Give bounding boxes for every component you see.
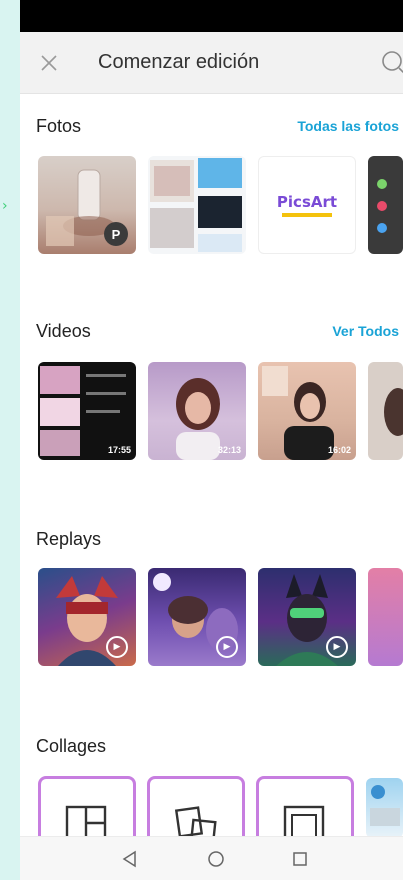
video-thumbnail[interactable]: 17:55: [38, 362, 136, 460]
replays-row: ▶ ▶ ▶: [38, 568, 403, 666]
video-duration: 16:02: [327, 445, 351, 455]
replay-thumbnail[interactable]: ▶: [148, 568, 246, 666]
photos-section-title: Fotos: [36, 116, 82, 136]
photo-content-image: [377, 179, 387, 233]
page-title: Comenzar edición: [98, 51, 260, 73]
video-thumbnail[interactable]: [368, 362, 403, 460]
nav-back-icon[interactable]: [120, 849, 140, 869]
replay-icon: ▶: [326, 636, 348, 658]
collages-section-title: Collages: [36, 736, 107, 756]
photo-thumbnail[interactable]: [368, 156, 403, 254]
nav-home-icon[interactable]: [206, 849, 226, 869]
video-content-image: [384, 388, 403, 436]
picsart-logo: PicsArt: [277, 193, 337, 217]
photo-content-image: [150, 158, 242, 252]
videos-row: 17:55 32:13 16:02: [38, 362, 403, 460]
replays-section-title: Replays: [36, 529, 102, 549]
chevron-right-icon: ›: [2, 198, 8, 214]
photo-thumbnail[interactable]: PicsArt: [258, 156, 356, 254]
replay-icon: ▶: [216, 636, 238, 658]
photos-row: P PicsArt: [38, 156, 403, 254]
status-bar: [20, 0, 403, 32]
system-nav-bar: [20, 836, 403, 880]
replay-thumbnail[interactable]: ▶: [38, 568, 136, 666]
replay-thumbnail[interactable]: ▶: [258, 568, 356, 666]
search-icon[interactable]: [379, 48, 403, 78]
video-duration: 17:55: [107, 445, 131, 455]
photo-thumbnail[interactable]: P: [38, 156, 136, 254]
picsart-badge-icon: P: [104, 222, 128, 246]
outer-background: ›: [0, 0, 20, 880]
photos-see-all-link[interactable]: Todas las fotos: [297, 118, 399, 134]
video-thumbnail[interactable]: 16:02: [258, 362, 356, 460]
photo-thumbnail[interactable]: [148, 156, 246, 254]
videos-see-all-link[interactable]: Ver Todos: [332, 323, 399, 339]
header: Comenzar edición: [20, 32, 403, 94]
replay-thumbnail[interactable]: [368, 568, 403, 666]
videos-section-title: Videos: [36, 321, 91, 341]
phone-screen: Comenzar edición Fotos Todas las fotos P: [20, 0, 403, 880]
close-icon[interactable]: [36, 50, 62, 76]
collage-template-thumbnail[interactable]: [366, 778, 403, 838]
collage-template-image: [370, 785, 400, 826]
video-duration: 32:13: [217, 445, 241, 455]
video-thumbnail[interactable]: 32:13: [148, 362, 246, 460]
nav-recents-icon[interactable]: [290, 849, 310, 869]
replay-icon: ▶: [106, 636, 128, 658]
